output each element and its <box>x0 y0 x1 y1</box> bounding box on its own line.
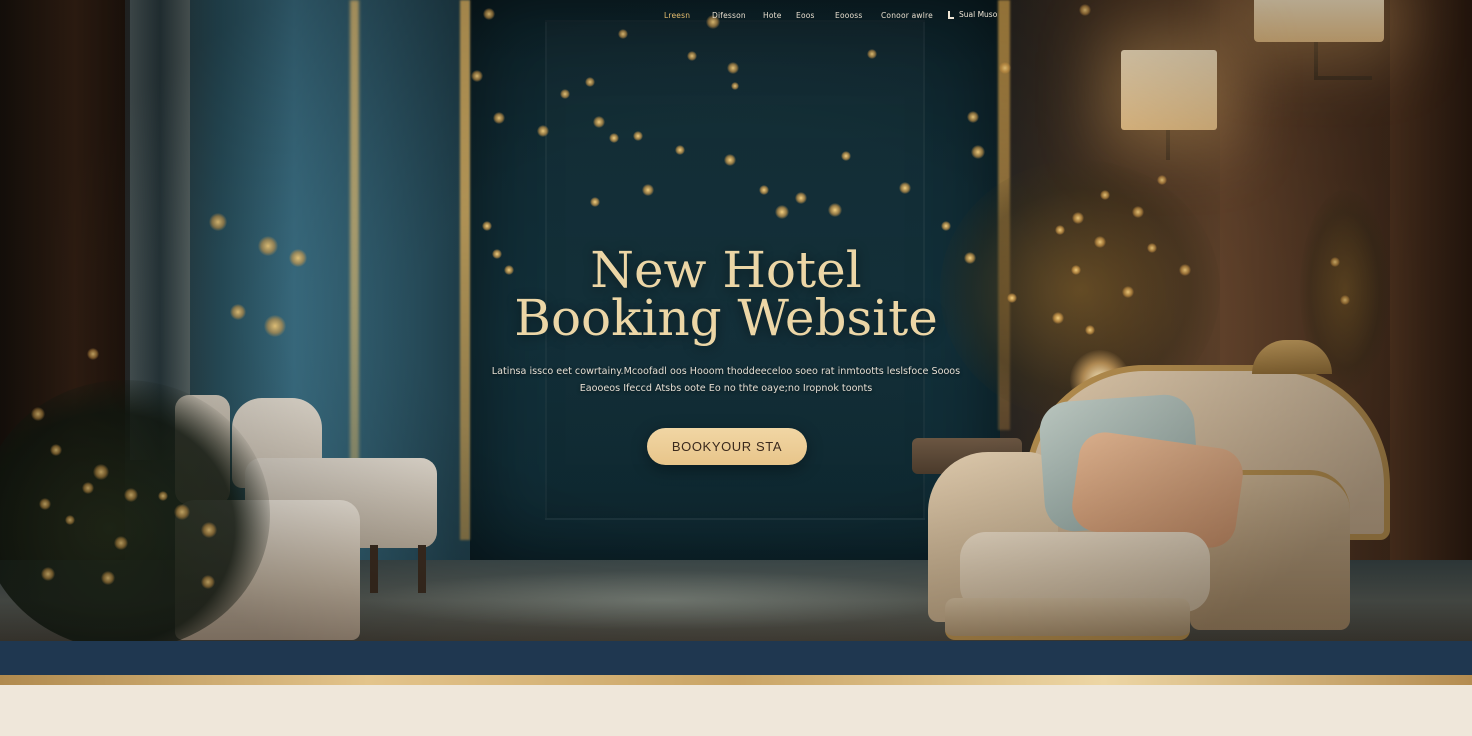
bokeh-light <box>1157 175 1167 185</box>
bokeh-light <box>609 133 619 143</box>
bokeh-light <box>1340 295 1350 305</box>
hero-title-line-1: New Hotel <box>590 241 862 299</box>
nav-item-1[interactable]: Lreesn <box>664 11 690 20</box>
hero-title: New Hotel Booking Website <box>436 241 1016 347</box>
bokeh-light <box>675 145 685 155</box>
hero-subtitle: Latinsa issco eet cowrtainy.Mcoofadl oos… <box>436 363 1016 397</box>
wall-pillar-right <box>1390 0 1472 641</box>
lamp-arm <box>1166 128 1170 160</box>
wall-lamp <box>1121 50 1217 130</box>
nav-item-6[interactable]: Conoor awlre <box>881 11 933 20</box>
bokeh-light <box>31 407 45 421</box>
bokeh-light <box>899 182 911 194</box>
bokeh-light <box>828 203 842 217</box>
bokeh-light <box>999 62 1011 74</box>
bokeh-light <box>230 304 246 320</box>
armchair-base <box>945 598 1190 640</box>
login-link[interactable]: Sual Muso <box>948 10 997 19</box>
floor-reflection <box>360 570 960 630</box>
bokeh-light <box>1179 264 1191 276</box>
lamp-arm <box>1314 40 1318 80</box>
bokeh-light <box>775 205 789 219</box>
bokeh-light <box>201 575 215 589</box>
bokeh-light <box>209 213 227 231</box>
bokeh-light <box>50 444 62 456</box>
bokeh-light <box>124 488 138 502</box>
content-section <box>0 685 1472 736</box>
bokeh-light <box>289 249 307 267</box>
bokeh-light <box>1330 257 1340 267</box>
bokeh-light <box>174 504 190 520</box>
nav-item-4[interactable]: Eoos <box>796 11 815 20</box>
nav-item-2[interactable]: Difesson <box>712 11 746 20</box>
top-nav: Lreesn Difesson Hote Eoos Eoooss Conoor … <box>0 9 1472 23</box>
bokeh-light <box>1071 265 1081 275</box>
bokeh-light <box>1132 206 1144 218</box>
bokeh-light <box>642 184 654 196</box>
bokeh-light <box>687 51 697 61</box>
bokeh-light <box>841 151 851 161</box>
bokeh-light <box>1100 190 1110 200</box>
bokeh-light <box>1052 312 1064 324</box>
bokeh-light <box>201 522 217 538</box>
navy-divider-band <box>0 641 1472 675</box>
bokeh-light <box>1072 212 1084 224</box>
bokeh-light <box>493 112 505 124</box>
bokeh-light <box>727 62 739 74</box>
bokeh-light <box>724 154 736 166</box>
light-strip-left <box>350 0 359 470</box>
bokeh-light <box>1055 225 1065 235</box>
nav-item-3[interactable]: Hote <box>763 11 782 20</box>
bokeh-light <box>82 482 94 494</box>
bokeh-light <box>731 82 739 90</box>
bokeh-light <box>258 236 278 256</box>
bokeh-light <box>967 111 979 123</box>
bokeh-light <box>560 89 570 99</box>
user-icon <box>948 10 955 19</box>
bokeh-light <box>867 49 877 59</box>
bokeh-light <box>941 221 951 231</box>
bokeh-light <box>264 315 286 337</box>
hero-title-line-2: Booking Website <box>514 289 938 347</box>
bokeh-light <box>65 515 75 525</box>
bokeh-light <box>1085 325 1095 335</box>
bokeh-light <box>537 125 549 137</box>
bokeh-light <box>158 491 168 501</box>
bokeh-light <box>593 116 605 128</box>
bokeh-light <box>971 145 985 159</box>
bokeh-light <box>93 464 109 480</box>
bokeh-light <box>633 131 643 141</box>
gold-divider-band <box>0 675 1472 685</box>
nav-item-5[interactable]: Eoooss <box>835 11 863 20</box>
hero-section: Lreesn Difesson Hote Eoos Eoooss Conoor … <box>0 0 1472 641</box>
bokeh-light <box>87 348 99 360</box>
bokeh-light <box>41 567 55 581</box>
bokeh-light <box>618 29 628 39</box>
bokeh-light <box>482 221 492 231</box>
hero-subtitle-line-1: Latinsa issco eet cowrtainy.Mcoofadl oos… <box>491 366 961 377</box>
bokeh-light <box>471 70 483 82</box>
bokeh-light <box>759 185 769 195</box>
bokeh-light <box>1122 286 1134 298</box>
lamp-arm <box>1314 76 1372 80</box>
bokeh-light <box>114 536 128 550</box>
bokeh-light <box>795 192 807 204</box>
book-your-stay-button[interactable]: BOOKYOUR STA <box>647 428 807 465</box>
bokeh-light <box>1147 243 1157 253</box>
bokeh-light <box>585 77 595 87</box>
bokeh-light <box>39 498 51 510</box>
chair-leg <box>370 545 378 593</box>
bokeh-light <box>101 571 115 585</box>
bokeh-light <box>590 197 600 207</box>
bokeh-light <box>1094 236 1106 248</box>
chair-leg <box>418 545 426 593</box>
login-label: Sual Muso <box>959 10 998 19</box>
hero-subtitle-line-2: Eaooeos Ifeccd Atsbs oote Eo no thte oay… <box>579 383 873 394</box>
page: Lreesn Difesson Hote Eoos Eoooss Conoor … <box>0 0 1472 736</box>
